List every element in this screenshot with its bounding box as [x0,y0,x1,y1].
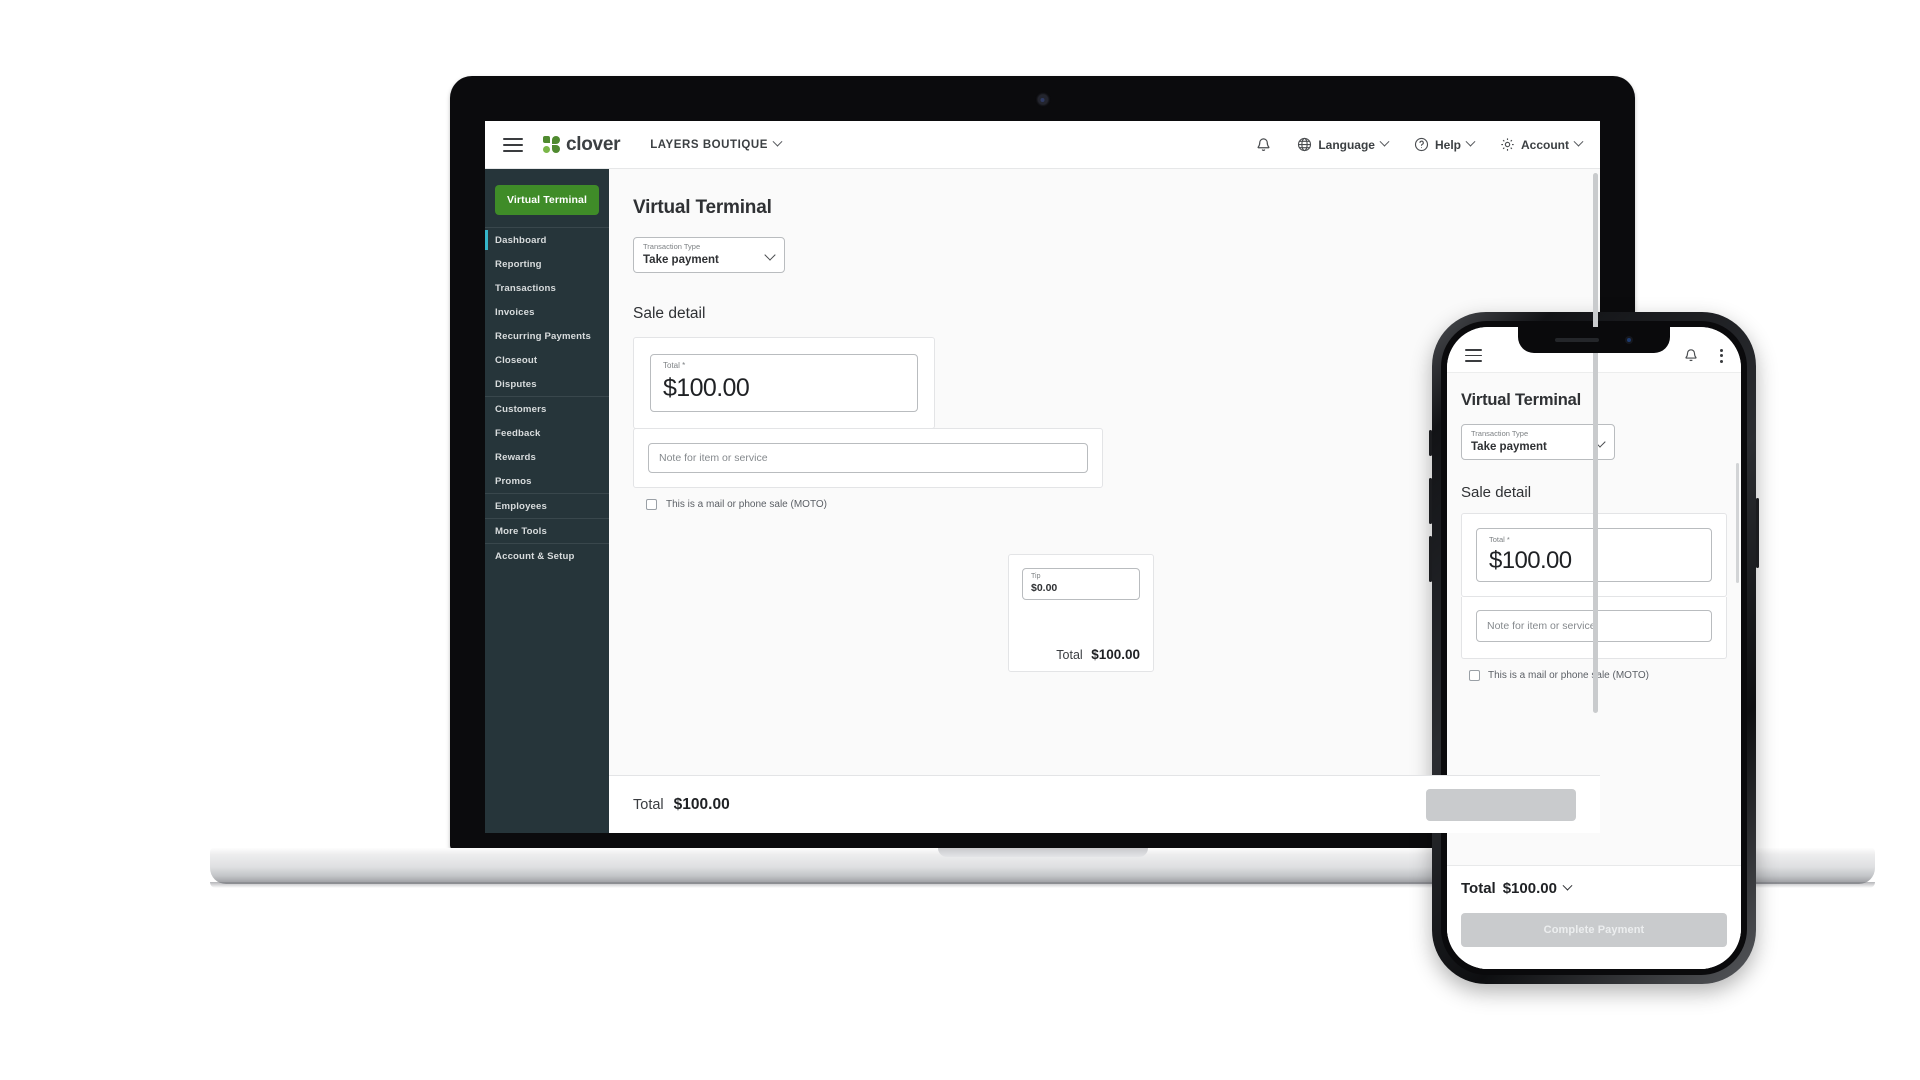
tip-card: Tip $0.00 Total $100.00 [1008,554,1154,672]
topbar-actions: Language Help Account [1256,136,1584,153]
sidebar-group-4: More Tools [485,518,609,543]
phone-footer-total-label: Total [1461,880,1496,897]
sidebar-group-3: Employees [485,493,609,518]
sidebar-group-2: Customers Feedback Rewards Promos [485,396,609,493]
tip-label: Tip [1031,573,1041,580]
sidebar: Virtual Terminal Dashboard Reporting Tra… [485,169,609,833]
sidebar-item-promos[interactable]: Promos [485,469,609,493]
note-card: Note for item or service [633,428,1103,488]
bottom-total-value: $100.00 [673,795,730,813]
transaction-type-value: Take payment [643,254,719,266]
sidebar-item-closeout[interactable]: Closeout [485,348,609,372]
clover-leaf-icon [543,136,560,153]
phone-transaction-type-value: Take payment [1471,441,1547,453]
sidebar-item-reporting[interactable]: Reporting [485,252,609,276]
help-label: Help [1434,137,1461,152]
hamburger-icon[interactable] [503,137,523,152]
total-input[interactable]: Total * $100.00 [650,354,918,412]
sidebar-item-invoices[interactable]: Invoices [485,300,609,324]
chevron-down-icon [1465,136,1476,147]
tip-input[interactable]: Tip $0.00 [1022,568,1140,600]
kebab-menu-icon[interactable] [1720,348,1723,363]
power-button [1756,498,1759,568]
bottom-total-label: Total [633,796,664,813]
sidebar-item-dashboard[interactable]: Dashboard [485,228,609,252]
sidebar-item-feedback[interactable]: Feedback [485,421,609,445]
phone-footer-total-value: $100.00 [1502,880,1557,897]
notifications-button[interactable] [1684,348,1698,363]
merchant-name: LAYERS BOUTIQUE [650,138,768,151]
earpiece-speaker [1555,338,1599,342]
mute-switch [1429,430,1432,456]
phone-footer: Total $100.00 Complete Payment [1447,865,1741,969]
tip-card-total-value: $100.00 [1091,647,1140,662]
bottom-action-button[interactable] [1426,788,1576,821]
sidebar-item-employees[interactable]: Employees [485,494,609,518]
gear-icon [1501,138,1514,151]
help-circle-icon [1414,137,1429,152]
account-label: Account [1521,137,1569,152]
hamburger-icon[interactable] [1465,349,1482,362]
sidebar-item-disputes[interactable]: Disputes [485,372,609,396]
main-scrollbar[interactable] [1593,173,1598,713]
transaction-type-select[interactable]: Transaction Type Take payment [633,237,785,273]
globe-icon [1298,137,1312,152]
page-title: Virtual Terminal [633,197,772,218]
language-label: Language [1318,137,1375,152]
chevron-down-icon [1379,136,1390,147]
desktop-topbar: clover LAYERS BOUTIQUE Language Help Acc… [485,121,1600,169]
phone-transaction-type-label: Transaction Type [1471,429,1529,438]
phone-topbar-actions [1684,348,1723,363]
language-menu[interactable]: Language [1297,136,1390,152]
sidebar-item-customers[interactable]: Customers [485,397,609,421]
phone-transaction-type-select[interactable]: Transaction Type Take payment [1461,424,1615,460]
sidebar-item-transactions[interactable]: Transactions [485,276,609,300]
tip-card-total-label: Total [1056,648,1083,662]
sidebar-item-rewards[interactable]: Rewards [485,445,609,469]
merchant-selector[interactable]: LAYERS BOUTIQUE [650,136,783,151]
total-label: Total * [663,361,686,370]
sidebar-group-5: Account & Setup [485,543,609,568]
total-card: Total * $100.00 [633,337,935,429]
sidebar-item-recurring-payments[interactable]: Recurring Payments [485,324,609,348]
moto-checkbox[interactable] [646,499,657,510]
phone-moto-label: This is a mail or phone sale (MOTO) [1488,670,1649,681]
help-menu[interactable]: Help [1414,136,1476,152]
chevron-down-icon [1562,880,1573,891]
tip-value: $0.00 [1031,582,1058,594]
account-menu[interactable]: Account [1500,136,1584,152]
transaction-type-label: Transaction Type [643,242,701,251]
phone-scrollbar[interactable] [1736,463,1739,583]
brand-wordmark: clover [566,133,621,155]
sidebar-item-more-tools[interactable]: More Tools [485,519,609,543]
screenshot-stage: clover LAYERS BOUTIQUE Language Help Acc… [0,0,1920,1080]
volume-up-button [1429,478,1432,524]
chevron-down-icon [1573,136,1584,147]
phone-moto-checkbox[interactable] [1469,670,1480,681]
note-input[interactable]: Note for item or service [648,443,1088,473]
bottom-total-bar: Total $100.00 [609,775,1600,833]
sidebar-item-account-setup[interactable]: Account & Setup [485,544,609,568]
clover-logo[interactable]: clover [543,134,620,156]
complete-payment-button[interactable]: Complete Payment [1461,913,1727,947]
phone-footer-total[interactable]: Total $100.00 [1461,880,1727,897]
moto-label: This is a mail or phone sale (MOTO) [666,499,827,510]
notifications-button[interactable] [1256,137,1271,153]
chevron-down-icon [772,136,783,147]
sidebar-virtual-terminal-button[interactable]: Virtual Terminal [495,185,599,215]
front-camera-icon [1625,336,1633,344]
tip-card-total: Total $100.00 [1056,647,1140,662]
total-amount: $100.00 [663,374,750,402]
sidebar-group-1: Dashboard Reporting Transactions Invoice… [485,227,609,396]
bottom-total: Total $100.00 [633,796,730,814]
phone-moto-row: This is a mail or phone sale (MOTO) [1469,670,1727,681]
phone-notch [1518,327,1670,353]
volume-down-button [1429,536,1432,582]
webcam-icon [1038,95,1047,104]
